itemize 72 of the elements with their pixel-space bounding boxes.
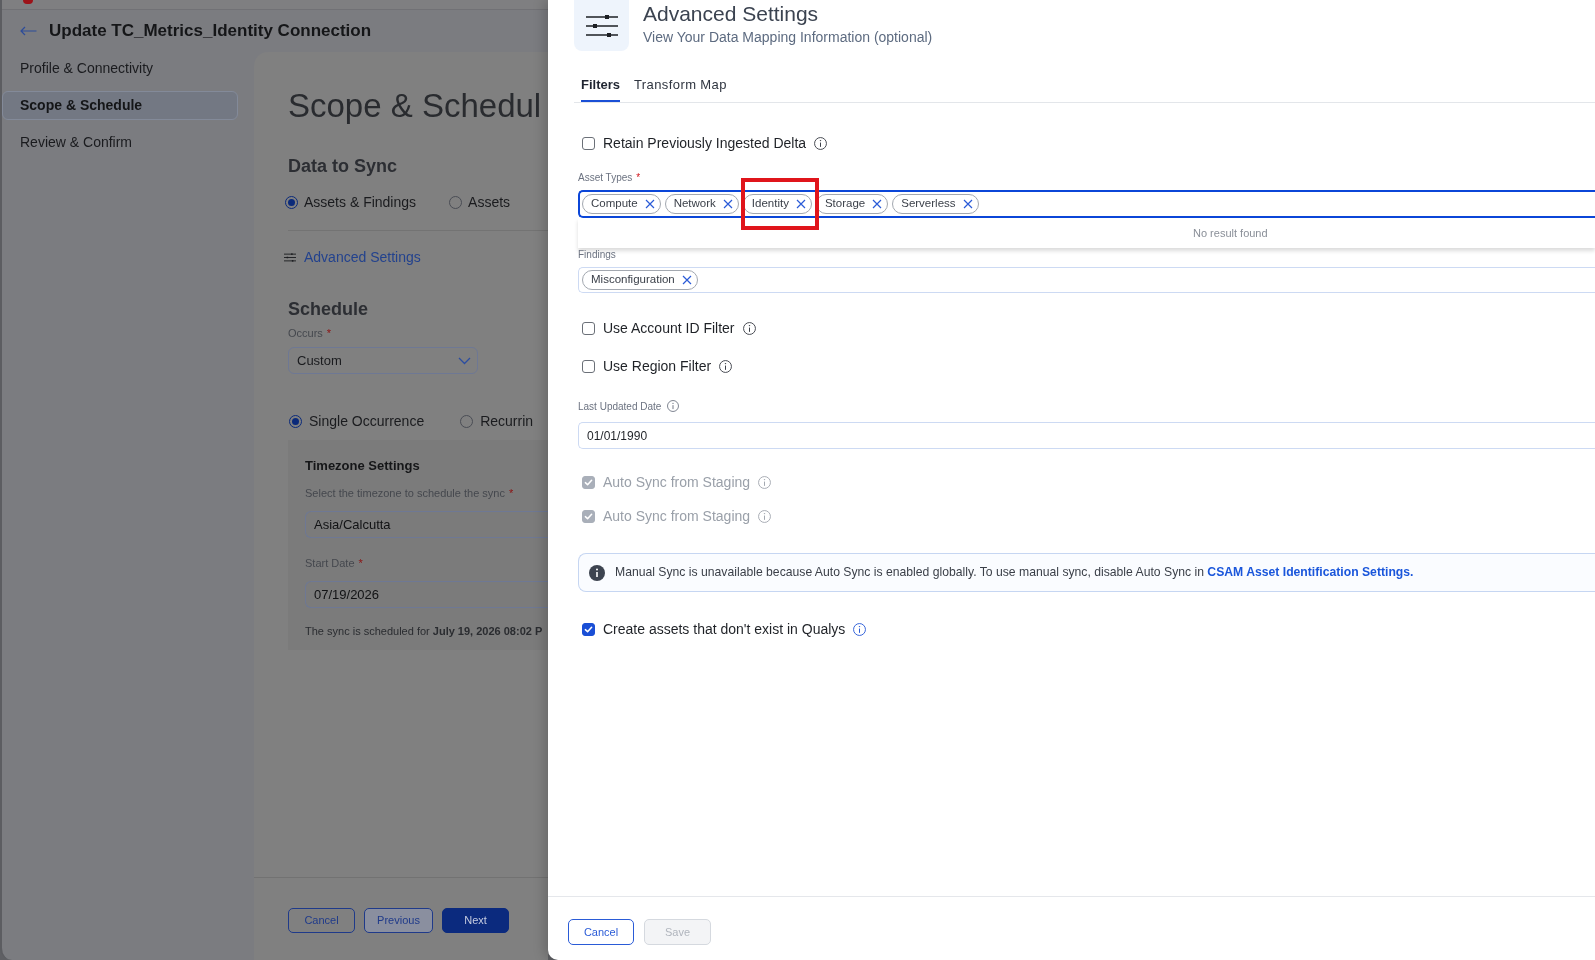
banner-message: Manual Sync is unavailable because Auto Sync is enabled globally. To use manual sync, disable Auto Sync in CSAM Asset Identification Settings. <box>615 564 1414 582</box>
radio-label: Assets & Findings <box>304 192 417 212</box>
tab[interactable]: Filters <box>581 60 620 102</box>
checkbox[interactable] <box>582 359 595 373</box>
close-icon[interactable] <box>644 199 655 209</box>
sliders-icon <box>574 0 629 51</box>
start-date-field[interactable]: 07/19/2026 <box>305 581 548 608</box>
radio-label: Assets <box>468 192 511 212</box>
close-icon[interactable] <box>872 199 883 209</box>
wizard-button[interactable]: Cancel <box>288 908 355 933</box>
radio-label: Recurrin <box>480 411 534 431</box>
drawer-subtitle: View Your Data Mapping Information (optional) <box>643 28 933 46</box>
checkbox-label: Create assets that don't exist in Qualys <box>603 620 846 639</box>
wizard-button[interactable]: Previous <box>364 908 433 933</box>
checkmark-icon <box>583 476 594 488</box>
tag-label: Misconfiguration <box>591 272 675 288</box>
tag-label: Network <box>673 196 716 212</box>
schedule-note: The sync is scheduled for July 19, 2026 08:02 P <box>305 624 544 639</box>
wizard-button[interactable]: Next <box>442 908 509 933</box>
info-icon[interactable] <box>814 136 828 150</box>
required-mark: * <box>636 171 641 184</box>
required-mark: * <box>326 326 332 340</box>
close-icon[interactable] <box>681 275 692 285</box>
section-title: Data to Sync <box>288 155 399 178</box>
date-field[interactable]: 01/01/1990 <box>578 422 1595 449</box>
sliders-icon[interactable] <box>284 252 296 262</box>
checkbox-label: Auto Sync from Staging <box>603 507 751 526</box>
close-icon[interactable] <box>795 199 806 209</box>
tag-label: Storage <box>824 196 866 212</box>
close-icon[interactable] <box>962 199 973 209</box>
checkbox-label: Auto Sync from Staging <box>603 473 751 492</box>
required-mark: * <box>358 556 363 570</box>
logo-icon <box>23 0 33 4</box>
chevron-down-icon <box>458 356 471 365</box>
drawer-title: Advanced Settings <box>643 1 820 27</box>
step-item[interactable]: Review & Confirm <box>2 128 238 157</box>
info-icon[interactable] <box>742 321 756 335</box>
required-mark: * <box>508 486 514 500</box>
checkmark-icon <box>583 623 594 635</box>
checkbox[interactable] <box>582 136 595 150</box>
tab[interactable]: Transform Map <box>634 60 727 102</box>
tag-label: Identity <box>751 196 789 212</box>
empty-message: No result found <box>1193 225 1268 241</box>
close-icon[interactable] <box>722 199 733 209</box>
multiselect-field[interactable]: Misconfiguration <box>578 267 1595 293</box>
checkmark-icon <box>583 510 594 522</box>
tag-label: Serverless <box>901 196 956 212</box>
tag-label: Compute <box>591 196 638 212</box>
field-label: Asset Types <box>578 171 633 184</box>
checkbox[interactable] <box>582 321 595 335</box>
radio-label: Single Occurrence <box>309 411 425 431</box>
drawer-button[interactable]: Cancel <box>568 919 634 945</box>
checkbox-label: Use Region Filter <box>603 357 712 376</box>
checkbox-label: Retain Previously Ingested Delta <box>603 134 807 153</box>
field-label: Last Updated Date <box>578 399 662 414</box>
checkbox[interactable] <box>582 622 595 636</box>
section-title: Schedule <box>288 298 370 321</box>
checkbox-label: Use Account ID Filter <box>603 319 735 338</box>
field-label: Occurs <box>288 326 323 340</box>
info-icon[interactable] <box>853 622 867 636</box>
advanced-settings-link[interactable]: Advanced Settings <box>304 246 421 268</box>
panel-title: Timezone Settings <box>305 458 421 474</box>
step-item[interactable]: Profile & Connectivity <box>2 54 238 83</box>
step-item[interactable]: Scope & Schedule <box>2 91 238 120</box>
settings-link[interactable]: CSAM Asset Identification Settings. <box>1207 565 1414 580</box>
page-title: Update TC_Metrics_Identity Connection <box>49 20 372 43</box>
info-icon <box>589 564 605 581</box>
info-icon[interactable] <box>719 359 733 373</box>
field-label: Findings <box>578 248 616 261</box>
occurs-dropdown[interactable]: Custom <box>288 347 478 374</box>
timezone-field[interactable]: Asia/Calcutta <box>305 511 548 538</box>
page-heading: Scope & Schedul <box>288 86 543 126</box>
